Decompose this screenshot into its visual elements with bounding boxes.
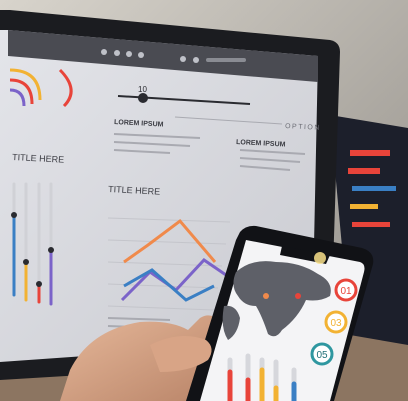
badge-03-label: 03 bbox=[330, 318, 342, 329]
slider-value: 10 bbox=[138, 85, 147, 94]
scene-svg: 10 LOREM IPSUM OPTION LOREM IPSUM TITLE … bbox=[0, 0, 408, 401]
badge-05[interactable]: 05 bbox=[310, 342, 334, 366]
badge-05-label: 05 bbox=[316, 350, 328, 361]
toolbar-search-icon[interactable] bbox=[114, 50, 120, 56]
toolbar-more-icon[interactable] bbox=[206, 58, 246, 62]
toolbar-share-icon[interactable] bbox=[193, 57, 199, 63]
toolbar-pen-icon[interactable] bbox=[180, 56, 186, 62]
toolbar-circle-icon[interactable] bbox=[101, 49, 107, 55]
toolbar-hand-icon[interactable] bbox=[138, 52, 144, 58]
badge-01[interactable]: 01 bbox=[334, 278, 358, 302]
map-pin-orange[interactable] bbox=[263, 293, 269, 299]
photo-scene: 10 LOREM IPSUM OPTION LOREM IPSUM TITLE … bbox=[0, 0, 408, 401]
badge-03[interactable]: 03 bbox=[324, 310, 348, 334]
badge-01-label: 01 bbox=[340, 286, 352, 297]
front-camera-flare bbox=[314, 252, 326, 264]
map-pin-red[interactable] bbox=[295, 293, 301, 299]
slider-knob[interactable] bbox=[138, 93, 148, 103]
toolbar-zoom-icon[interactable] bbox=[126, 51, 132, 57]
